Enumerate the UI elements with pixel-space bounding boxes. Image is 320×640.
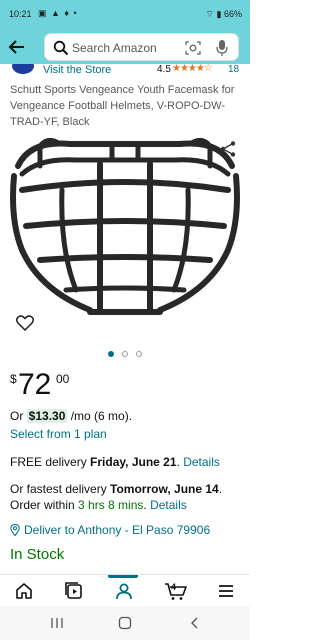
heart-icon[interactable] bbox=[16, 315, 34, 331]
price-symbol: $ bbox=[10, 372, 17, 386]
store-row: Visit the Store 4.5 ★★★★☆ 18 bbox=[0, 64, 250, 80]
menu-icon[interactable] bbox=[216, 581, 236, 601]
order-countdown: 3 hrs 8 mins bbox=[78, 498, 144, 512]
delivery-prefix: FREE delivery bbox=[10, 455, 91, 469]
image-carousel-dots bbox=[108, 351, 148, 359]
bottom-nav: 4 bbox=[0, 574, 250, 606]
rating-value: 4.5 bbox=[157, 64, 171, 75]
monthly-amount: $13.30 bbox=[26, 409, 68, 423]
cart-count: 4 bbox=[171, 582, 177, 592]
select-plan-link[interactable]: Select from 1 plan bbox=[10, 427, 107, 441]
back-button[interactable] bbox=[6, 36, 28, 58]
carousel-dot[interactable] bbox=[122, 351, 128, 357]
battery-level: 66% bbox=[223, 9, 242, 19]
search-input[interactable] bbox=[72, 39, 184, 57]
system-back-icon[interactable] bbox=[188, 616, 202, 630]
stock-status: In Stock bbox=[10, 546, 65, 563]
camera-scan-icon[interactable] bbox=[185, 40, 201, 56]
notification-icons: ▣ ▲ ♦ • bbox=[38, 8, 78, 18]
recent-apps-icon[interactable] bbox=[50, 616, 64, 630]
visit-store-link[interactable]: Visit the Store bbox=[43, 64, 111, 76]
monthly-prefix: Or bbox=[10, 409, 27, 423]
carousel-dot[interactable] bbox=[136, 351, 142, 357]
price-whole: 72 bbox=[18, 368, 52, 401]
product-title: Schutt Sports Vengeance Youth Facemask f… bbox=[10, 84, 235, 128]
fastest-sep: . bbox=[218, 482, 223, 496]
price-fraction: 00 bbox=[56, 372, 70, 386]
share-icon[interactable] bbox=[219, 140, 237, 158]
search-box[interactable] bbox=[44, 33, 239, 61]
status-right: ⌔ ▮ 66% bbox=[206, 9, 242, 20]
fastest-details-link[interactable]: Details bbox=[150, 498, 187, 512]
fastest-delivery: Or fastest delivery Tomorrow, June 14. O… bbox=[10, 481, 222, 513]
inspire-video-icon[interactable] bbox=[64, 581, 84, 601]
star-rating-icon[interactable]: ★★★★☆ bbox=[172, 64, 213, 74]
home-button-icon[interactable] bbox=[118, 616, 132, 630]
wifi-signal-icon: ⌔ ▮ bbox=[205, 9, 222, 19]
free-delivery: FREE delivery Friday, June 21. Details bbox=[10, 455, 220, 469]
home-icon[interactable] bbox=[14, 581, 34, 601]
fastest-date: Tomorrow, June 14 bbox=[110, 482, 219, 496]
active-tab-indicator bbox=[108, 575, 138, 578]
search-icon bbox=[53, 40, 69, 56]
monthly-payment: Or $13.30 /mo (6 mo). bbox=[10, 409, 132, 423]
order-within: Order within bbox=[10, 498, 79, 512]
rating-count[interactable]: 18 bbox=[228, 64, 239, 75]
deliver-to-text: Deliver to Anthony - El Paso 79906 bbox=[24, 523, 211, 537]
cart-button[interactable]: 4 bbox=[164, 581, 188, 601]
system-nav-bar bbox=[0, 606, 250, 640]
back-arrow-icon bbox=[8, 40, 24, 54]
status-bar: 10:21 ▣ ▲ ♦ • ⌔ ▮ 66% bbox=[0, 0, 250, 30]
account-icon[interactable] bbox=[114, 581, 134, 601]
location-pin-icon bbox=[10, 524, 20, 536]
carousel-dot-active[interactable] bbox=[108, 351, 114, 357]
monthly-suffix: /mo (6 mo). bbox=[67, 409, 133, 423]
status-time: 10:21 bbox=[9, 9, 32, 19]
deliver-to-link[interactable]: Deliver to Anthony - El Paso 79906 bbox=[10, 523, 210, 537]
delivery-date: Friday, June 21 bbox=[90, 455, 177, 469]
microphone-icon[interactable] bbox=[215, 39, 229, 57]
fastest-prefix: Or fastest delivery bbox=[10, 482, 111, 496]
product-image[interactable] bbox=[0, 130, 250, 350]
search-header bbox=[0, 30, 250, 64]
delivery-details-link[interactable]: Details bbox=[183, 455, 220, 469]
store-logo[interactable] bbox=[12, 64, 34, 74]
